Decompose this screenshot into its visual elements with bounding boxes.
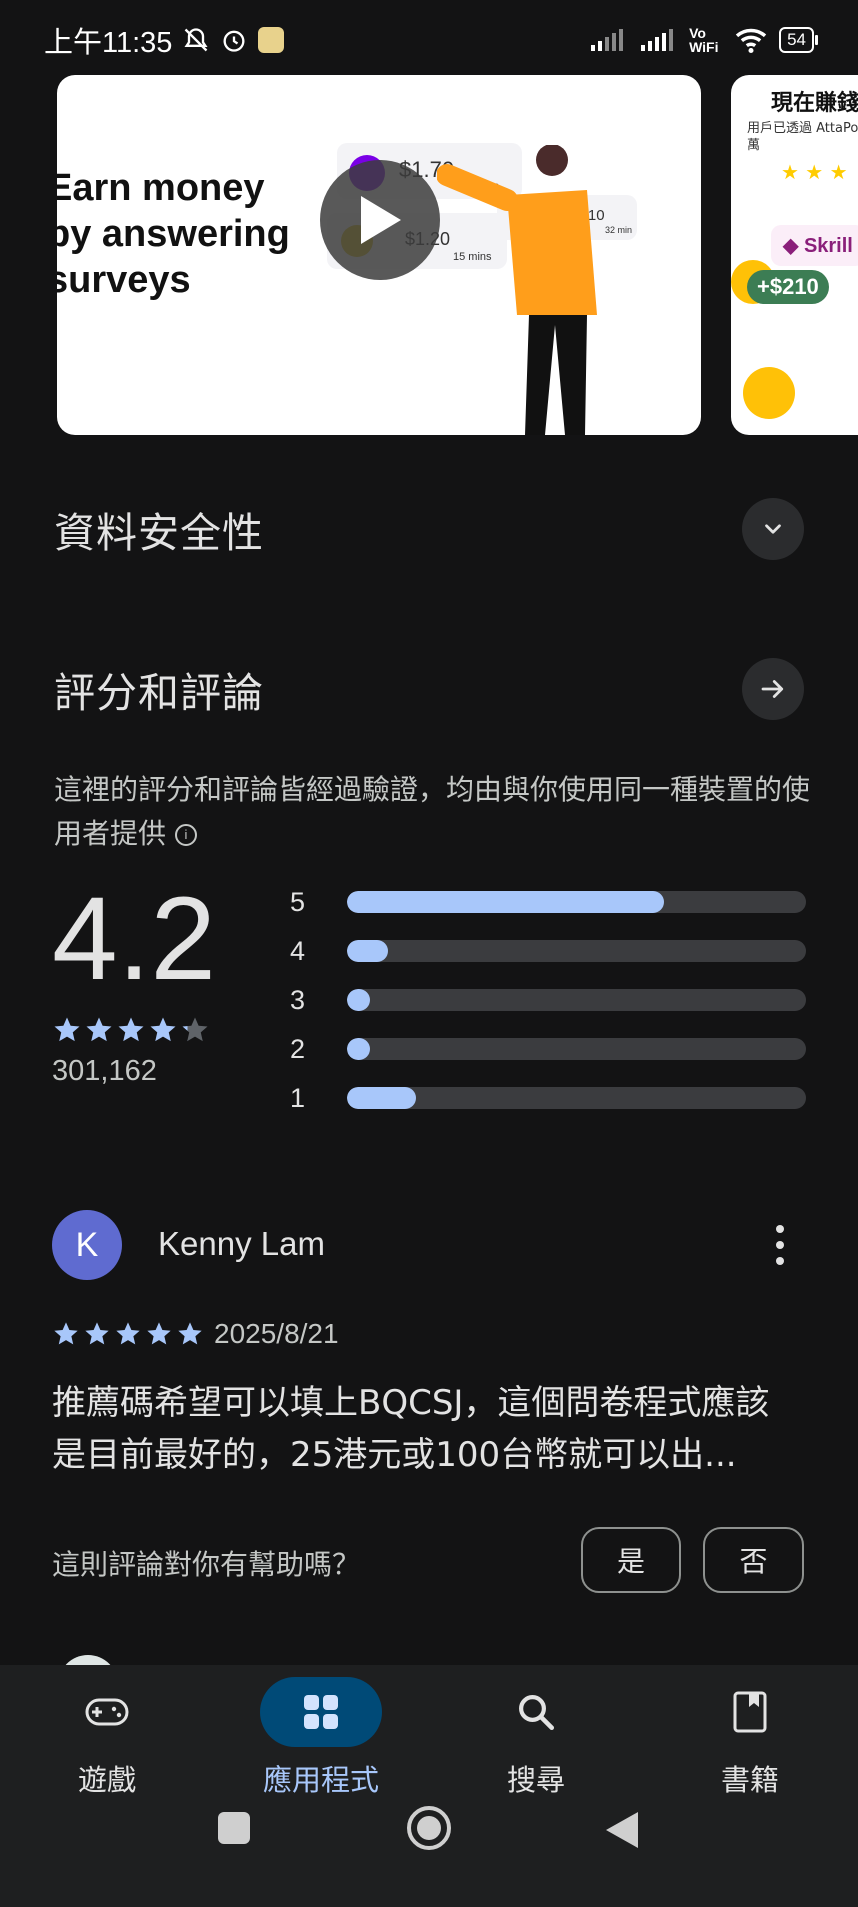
arrow-right-icon bbox=[761, 680, 784, 698]
screenshot-headline: Earn money by answering surveys bbox=[57, 167, 290, 301]
nav-apps-icon-wrap bbox=[260, 1677, 382, 1747]
play-icon bbox=[361, 196, 401, 244]
rating-bar-label: 1 bbox=[290, 1082, 306, 1113]
rating-bar-label: 3 bbox=[290, 984, 306, 1015]
rating-bar-fill bbox=[347, 1087, 416, 1109]
info-icon[interactable]: i bbox=[174, 824, 197, 846]
reviewer-avatar: K bbox=[52, 1210, 122, 1280]
gamepad-icon bbox=[85, 1698, 129, 1726]
skrill-badge: ◆ Skrill bbox=[771, 225, 858, 266]
rating-bar-track bbox=[347, 989, 806, 1011]
screenshot-video-preview[interactable]: Earn money by answering surveys $1.70 12… bbox=[57, 75, 701, 435]
status-bar: 上午11:35 Vo WiFi 54 bbox=[0, 0, 858, 80]
nav-books-icon-wrap bbox=[689, 1677, 811, 1747]
rating-bar-fill bbox=[347, 1038, 370, 1060]
coin-icon bbox=[743, 367, 795, 419]
rating-bar-row: 4 bbox=[290, 936, 806, 966]
star-icon bbox=[147, 1322, 171, 1345]
shot2-stars: ★ ★ ★ bbox=[781, 160, 848, 184]
review-stars bbox=[52, 1320, 204, 1348]
rating-bar-row: 2 bbox=[290, 1034, 806, 1064]
star-icon bbox=[85, 1322, 109, 1345]
presenter-illustration bbox=[437, 145, 597, 435]
helpful-question: 這則評論對你有幫助嗎？ bbox=[52, 1548, 361, 1581]
home-icon[interactable] bbox=[406, 1805, 452, 1851]
reviewer-name: Kenny Lam bbox=[158, 1225, 325, 1262]
helpful-no-button[interactable]: 否 bbox=[703, 1527, 804, 1593]
screenshot-carousel[interactable]: Earn money by answering surveys $1.70 12… bbox=[0, 75, 858, 435]
star-icon bbox=[178, 1322, 202, 1345]
review-count: 301,162 bbox=[52, 1055, 157, 1087]
rating-bar-track bbox=[347, 940, 806, 962]
rating-bar-label: 5 bbox=[290, 886, 306, 917]
nav-search-icon-wrap bbox=[475, 1677, 597, 1747]
rating-bar-fill bbox=[347, 940, 389, 962]
rating-bar-track bbox=[347, 1087, 806, 1109]
signal-bars-2-icon bbox=[639, 27, 679, 53]
alarm-clock-icon bbox=[220, 26, 248, 54]
rating-bar-fill bbox=[347, 989, 370, 1011]
rating-bar-row: 5 bbox=[290, 887, 806, 917]
data-safety-title: 資料安全性 bbox=[54, 509, 264, 557]
screenshot-second[interactable]: 現在賺錢 用戶已透過 AttaPoll $3000 萬 ★ ★ ★ ◆ Skri… bbox=[731, 75, 858, 435]
average-rating: 4.2 bbox=[52, 873, 217, 1005]
ratings-header-row[interactable]: 評分和評論 bbox=[54, 658, 804, 720]
see-all-ratings-button[interactable] bbox=[742, 658, 804, 720]
star-icon bbox=[118, 1017, 144, 1042]
rating-bar-track bbox=[347, 891, 806, 913]
vowifi-label: Vo WiFi bbox=[689, 25, 719, 55]
star-icon bbox=[150, 1017, 176, 1042]
average-rating-stars bbox=[52, 1015, 210, 1045]
star-icon bbox=[86, 1017, 112, 1042]
bonus-badge: +$210 bbox=[747, 270, 829, 304]
review-more-options-icon[interactable] bbox=[766, 1225, 794, 1265]
status-time: 上午11:35 bbox=[44, 27, 173, 59]
battery-indicator: 54 bbox=[779, 27, 818, 53]
rating-bar-fill bbox=[347, 891, 664, 913]
apps-grid-icon bbox=[304, 1695, 338, 1729]
back-icon[interactable] bbox=[604, 1810, 640, 1850]
rating-bar-label: 4 bbox=[290, 935, 306, 966]
nav-games-icon-wrap bbox=[46, 1677, 168, 1747]
expand-data-safety-button[interactable] bbox=[742, 498, 804, 560]
rating-bar-row: 1 bbox=[290, 1083, 806, 1113]
book-icon bbox=[733, 1691, 767, 1733]
rating-bar-track bbox=[347, 1038, 806, 1060]
wifi-icon bbox=[733, 26, 769, 54]
ratings-verification-note: 這裡的評分和評論皆經過驗證，均由與你使用同一種裝置的使用者提供 i bbox=[54, 768, 814, 856]
system-navigation-bar bbox=[0, 1780, 858, 1880]
skrill-label: Skrill bbox=[803, 235, 853, 257]
shot2-subtitle: 用戶已透過 AttaPoll $3000 萬 bbox=[747, 121, 858, 153]
star-icon bbox=[54, 1322, 78, 1345]
recent-apps-icon[interactable] bbox=[216, 1810, 252, 1846]
star-icon bbox=[182, 1017, 208, 1042]
search-icon bbox=[519, 1695, 555, 1731]
review-text[interactable]: 推薦碼希望可以填上BQCSJ，這個問卷程式應該是目前最好的，25港元或100台幣… bbox=[52, 1377, 802, 1481]
data-safety-row[interactable]: 資料安全性 bbox=[54, 498, 804, 560]
chevron-down-icon bbox=[765, 524, 781, 534]
mute-bell-icon bbox=[182, 26, 210, 54]
app-notification-icon bbox=[258, 27, 285, 53]
rating-bar-row: 3 bbox=[290, 985, 806, 1015]
status-right: Vo WiFi 54 bbox=[589, 25, 818, 55]
status-left: 上午11:35 bbox=[44, 19, 285, 61]
signal-bars-icon bbox=[589, 27, 629, 53]
shot2-title: 現在賺錢 bbox=[771, 90, 858, 115]
star-icon bbox=[54, 1017, 80, 1042]
helpful-yes-button[interactable]: 是 bbox=[581, 1527, 681, 1593]
review-date: 2025/8/21 bbox=[214, 1318, 339, 1349]
play-video-button[interactable] bbox=[320, 160, 440, 280]
ratings-title: 評分和評論 bbox=[54, 669, 264, 717]
ratings-note-text: 這裡的評分和評論皆經過驗證，均由與你使用同一種裝置的使用者提供 bbox=[54, 773, 811, 850]
star-icon bbox=[116, 1322, 140, 1345]
rating-bar-label: 2 bbox=[290, 1033, 306, 1064]
